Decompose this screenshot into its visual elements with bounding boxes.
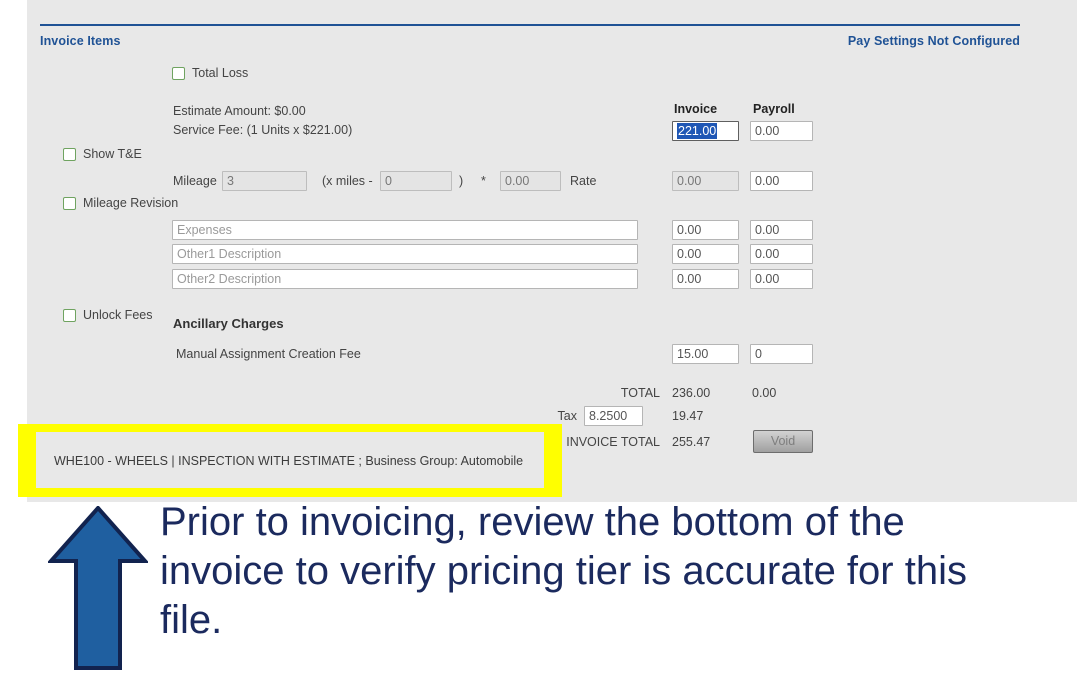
checkbox-total-loss[interactable]: Total Loss <box>172 66 248 80</box>
tax-amount-value: 19.47 <box>672 409 704 423</box>
mileage-miles-input[interactable] <box>380 171 452 191</box>
column-header-payroll: Payroll <box>753 102 795 116</box>
pay-settings-status-link[interactable]: Pay Settings Not Configured <box>848 34 1020 48</box>
expense-row-2-invoice-input[interactable] <box>672 269 739 289</box>
checkbox-box-icon[interactable] <box>63 196 76 210</box>
checkbox-show-tande-label: Show T&E <box>83 147 142 161</box>
ancillary-row-0-payroll-input[interactable] <box>750 344 813 364</box>
expense-row-0-payroll-input[interactable] <box>750 220 813 240</box>
rate-label: Rate <box>570 174 597 188</box>
multiply-symbol-label: * <box>481 174 486 188</box>
service-fee-invoice-value: 221.00 <box>677 123 718 139</box>
service-fee-invoice-input[interactable]: 221.00 <box>672 121 739 141</box>
checkbox-unlock-fees[interactable]: Unlock Fees <box>63 308 152 322</box>
expense-row-2-description-input[interactable] <box>172 269 638 289</box>
x-miles-label: (x miles - <box>322 174 373 188</box>
section-header: Invoice Items Pay Settings Not Configure… <box>40 24 1020 56</box>
estimate-amount-label: Estimate Amount: $0.00 <box>173 104 306 118</box>
total-label: TOTAL <box>620 386 660 400</box>
total-payroll-value: 0.00 <box>752 386 777 400</box>
pricing-tier-text: WHE100 - WHEELS | INSPECTION WITH ESTIMA… <box>54 454 524 468</box>
service-fee-payroll-input[interactable] <box>750 121 813 141</box>
annotation-text: Prior to invoicing, review the bottom of… <box>160 500 967 642</box>
service-fee-label: Service Fee: (1 Units x $221.00) <box>173 123 353 137</box>
ancillary-charges-heading: Ancillary Charges <box>173 316 284 331</box>
tax-rate-input[interactable] <box>584 406 643 426</box>
mileage-payroll-input[interactable] <box>750 171 813 191</box>
invoice-total-value: 255.47 <box>672 435 711 449</box>
page-title: Invoice Items <box>40 34 121 48</box>
column-header-invoice: Invoice <box>674 102 718 116</box>
screenshot-root: Invoice Items Pay Settings Not Configure… <box>0 0 1077 688</box>
expense-row-1-payroll-input[interactable] <box>750 244 813 264</box>
mileage-units-input[interactable] <box>222 171 307 191</box>
expense-row-1-description-input[interactable] <box>172 244 638 264</box>
up-arrow-icon <box>48 506 148 670</box>
checkbox-box-icon[interactable] <box>63 147 76 161</box>
expense-row-1-invoice-input[interactable] <box>672 244 739 264</box>
mileage-rate-input[interactable] <box>500 171 561 191</box>
checkbox-box-icon[interactable] <box>63 308 76 322</box>
ancillary-row-0-label: Manual Assignment Creation Fee <box>176 347 361 361</box>
mileage-invoice-input[interactable] <box>672 171 739 191</box>
expense-row-2-payroll-input[interactable] <box>750 269 813 289</box>
checkbox-show-tande[interactable]: Show T&E <box>63 147 142 161</box>
tax-label: Tax <box>557 409 577 423</box>
total-invoice-value: 236.00 <box>672 386 711 400</box>
checkbox-box-icon[interactable] <box>172 66 185 80</box>
checkbox-mileage-revision[interactable]: Mileage Revision <box>63 196 178 210</box>
void-button[interactable]: Void <box>753 430 813 453</box>
expense-row-0-description-input[interactable] <box>172 220 638 240</box>
checkbox-unlock-fees-label: Unlock Fees <box>83 308 153 322</box>
close-paren-label: ) <box>459 174 464 188</box>
checkbox-total-loss-label: Total Loss <box>192 66 249 80</box>
checkbox-mileage-revision-label: Mileage Revision <box>83 196 179 210</box>
ancillary-row-0-invoice-input[interactable] <box>672 344 739 364</box>
mileage-label: Mileage <box>173 174 217 188</box>
expense-row-0-invoice-input[interactable] <box>672 220 739 240</box>
